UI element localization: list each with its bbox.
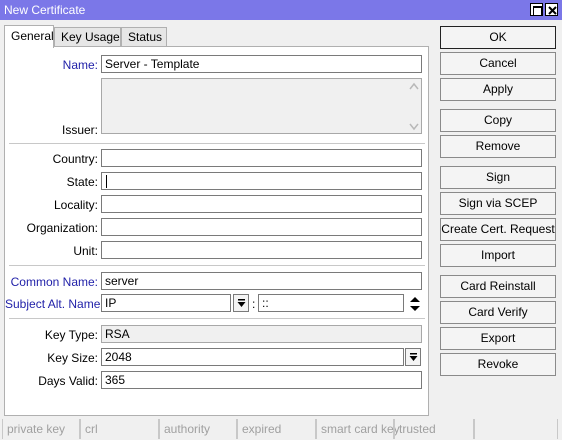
issuer-field — [101, 78, 422, 134]
status-trusted: trusted — [394, 419, 474, 439]
separator — [9, 265, 425, 266]
import-button[interactable]: Import — [440, 244, 556, 267]
unit-label: Unit: — [73, 244, 98, 258]
subject-alt-name-type-select[interactable]: IP — [101, 294, 231, 312]
sign-button[interactable]: Sign — [440, 166, 556, 189]
status-crl: crl — [80, 419, 159, 439]
san-type-dropdown-icon[interactable] — [233, 294, 249, 312]
create-cert-request-button[interactable]: Create Cert. Request — [440, 218, 556, 241]
days-valid-field[interactable]: 365 — [101, 371, 422, 389]
card-reinstall-button[interactable]: Card Reinstall — [440, 275, 556, 298]
state-field[interactable] — [101, 172, 422, 190]
issuer-label: Issuer: — [61, 123, 98, 137]
status-bar: private key crl authority expired smart … — [0, 419, 562, 440]
revoke-button[interactable]: Revoke — [440, 353, 556, 376]
ok-button[interactable]: OK — [440, 26, 556, 49]
country-field[interactable] — [101, 149, 422, 167]
general-panel: Name: Server - Template Issuer: Country:… — [4, 46, 429, 416]
up-down-arrows-icon[interactable] — [409, 296, 421, 312]
export-button[interactable]: Export — [440, 327, 556, 350]
copy-button[interactable]: Copy — [440, 109, 556, 132]
unit-field[interactable] — [101, 241, 422, 259]
locality-field[interactable] — [101, 195, 422, 213]
sign-via-scep-button[interactable]: Sign via SCEP — [440, 192, 556, 215]
common-name-label: Common Name: — [10, 275, 98, 289]
tab-general[interactable]: General — [4, 25, 54, 48]
organization-field[interactable] — [101, 218, 422, 236]
card-verify-button[interactable]: Card Verify — [440, 301, 556, 324]
title-bar: New Certificate — [0, 0, 562, 20]
san-separator: : — [252, 297, 256, 311]
separator — [9, 318, 425, 319]
name-field[interactable]: Server - Template — [101, 55, 422, 73]
key-size-select[interactable]: 2048 — [101, 348, 404, 366]
key-type-label: Key Type: — [44, 328, 98, 342]
status-smart-card-key: smart card key — [316, 419, 400, 439]
country-label: Country: — [52, 152, 98, 166]
apply-button[interactable]: Apply — [440, 78, 556, 101]
window-title: New Certificate — [4, 3, 86, 17]
issuer-scrollbar — [407, 79, 421, 133]
state-label: State: — [66, 175, 98, 189]
remove-button[interactable]: Remove — [440, 135, 556, 158]
common-name-field[interactable]: server — [101, 272, 422, 290]
subject-alt-name-value-field[interactable]: :: — [258, 294, 404, 312]
name-label: Name: — [62, 58, 98, 72]
text-cursor — [106, 175, 107, 188]
maximize-icon[interactable] — [530, 3, 543, 16]
separator — [9, 143, 425, 144]
cancel-button[interactable]: Cancel — [440, 52, 556, 75]
status-authority: authority — [159, 419, 237, 439]
key-size-label: Key Size: — [47, 351, 98, 365]
tab-key-usage[interactable]: Key Usage — [54, 27, 121, 47]
close-icon[interactable] — [545, 3, 558, 16]
locality-label: Locality: — [53, 198, 98, 212]
subject-alt-name-label: Subject Alt. Name: — [5, 297, 104, 311]
key-type-field: RSA — [101, 325, 422, 343]
tab-status[interactable]: Status — [121, 27, 167, 47]
status-private-key: private key — [2, 419, 80, 439]
organization-label: Organization: — [26, 221, 98, 235]
key-size-dropdown-icon[interactable] — [405, 348, 421, 366]
days-valid-label: Days Valid: — [38, 374, 98, 388]
status-empty — [474, 419, 558, 439]
status-expired: expired — [237, 419, 316, 439]
